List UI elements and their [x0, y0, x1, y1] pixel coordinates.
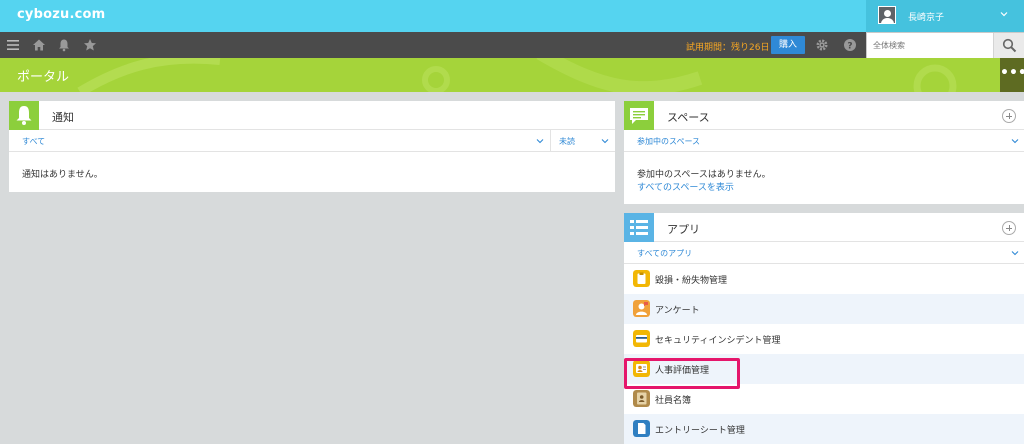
- buy-button[interactable]: 購入: [771, 36, 805, 54]
- filter-unread-label: 未読: [559, 137, 575, 146]
- search-icon: [1002, 38, 1017, 53]
- app-item-label: 社員名簿: [655, 396, 692, 406]
- show-all-spaces-link[interactable]: すべてのスペースを表示: [637, 180, 734, 193]
- spaces-header: スペース: [624, 101, 1024, 130]
- address-book-icon: [633, 390, 650, 407]
- user-menu[interactable]: 長崎京子: [866, 0, 1024, 32]
- clipboard-icon: [633, 270, 650, 287]
- apps-header: アプリ: [624, 213, 1024, 242]
- bell-icon: [9, 101, 39, 130]
- app-item-survey[interactable]: アンケート: [624, 294, 1024, 324]
- spaces-title: スペース: [667, 111, 710, 124]
- notifications-filter-unread[interactable]: 未読: [551, 130, 615, 151]
- app-item-label: エントリーシート管理: [655, 426, 745, 436]
- spaces-filter-label: 参加中のスペース: [637, 137, 701, 146]
- avatar: [878, 6, 896, 24]
- portal-more-button[interactable]: •••: [1000, 58, 1024, 92]
- add-space-button[interactable]: [1002, 109, 1016, 123]
- search-input[interactable]: [869, 35, 989, 56]
- user-name: 長崎京子: [908, 13, 945, 23]
- apps-panel: アプリ すべてのアプリ 毀損・紛失物管理 アンケート セキュリティインシデント管…: [624, 213, 1024, 444]
- notifications-filter-row: すべて 未読: [9, 130, 615, 152]
- app-item-label: セキュリティインシデント管理: [655, 336, 781, 346]
- notifications-filter-all[interactable]: すべて: [9, 130, 550, 151]
- top-bar: cybozu.com 長崎京子: [0, 0, 1024, 32]
- cybozu-logo[interactable]: cybozu.com: [17, 7, 105, 22]
- apps-filter[interactable]: すべてのアプリ: [624, 242, 1024, 264]
- hamburger-menu-icon[interactable]: [6, 38, 20, 52]
- chevron-down-icon: [1000, 12, 1008, 17]
- notifications-empty-text: 通知はありません。: [22, 170, 103, 180]
- document-icon: [633, 420, 650, 437]
- add-app-button[interactable]: [1002, 221, 1016, 235]
- app-item-label: アンケート: [655, 306, 700, 316]
- chevron-down-icon: [536, 139, 544, 144]
- chevron-down-icon: [1011, 251, 1019, 256]
- star-icon[interactable]: [83, 38, 97, 52]
- filter-all-label: すべて: [22, 137, 46, 146]
- highlight-box: [624, 358, 740, 389]
- apps-filter-label: すべてのアプリ: [637, 249, 693, 258]
- chevron-down-icon: [601, 139, 609, 144]
- home-icon[interactable]: [32, 38, 46, 52]
- speech-bubble-icon: [624, 101, 654, 130]
- trial-period-text: 試用期間：残り26日: [686, 43, 770, 53]
- spaces-panel: スペース 参加中のスペース 参加中のスペースはありません。 すべてのスペースを表…: [624, 101, 1024, 204]
- gear-icon[interactable]: [815, 38, 829, 52]
- help-icon[interactable]: ?: [843, 38, 857, 52]
- apps-title: アプリ: [667, 223, 700, 236]
- search-button[interactable]: [993, 33, 1024, 58]
- spaces-empty-text: 参加中のスペースはありません。: [637, 170, 771, 180]
- spaces-filter[interactable]: 参加中のスペース: [624, 130, 1024, 152]
- app-item-entry-sheet[interactable]: エントリーシート管理: [624, 414, 1024, 444]
- bell-icon[interactable]: [57, 38, 71, 52]
- app-item-damage-loss[interactable]: 毀損・紛失物管理: [624, 264, 1024, 294]
- portal-decoration: [77, 58, 957, 92]
- app-list-icon: [624, 213, 654, 242]
- notifications-title: 通知: [52, 111, 74, 124]
- portal-header: ポータル •••: [0, 58, 1024, 92]
- chevron-down-icon: [1011, 139, 1019, 144]
- notifications-panel: 通知 すべて 未読 通知はありません。: [9, 101, 615, 192]
- notifications-header: 通知: [9, 101, 615, 130]
- global-search: [866, 32, 1024, 59]
- survey-icon: [633, 300, 650, 317]
- app-item-security-incident[interactable]: セキュリティインシデント管理: [624, 324, 1024, 354]
- app-item-label: 毀損・紛失物管理: [655, 276, 728, 286]
- svg-text:?: ?: [847, 41, 852, 51]
- card-icon: [633, 330, 650, 347]
- page-title: ポータル: [17, 70, 70, 85]
